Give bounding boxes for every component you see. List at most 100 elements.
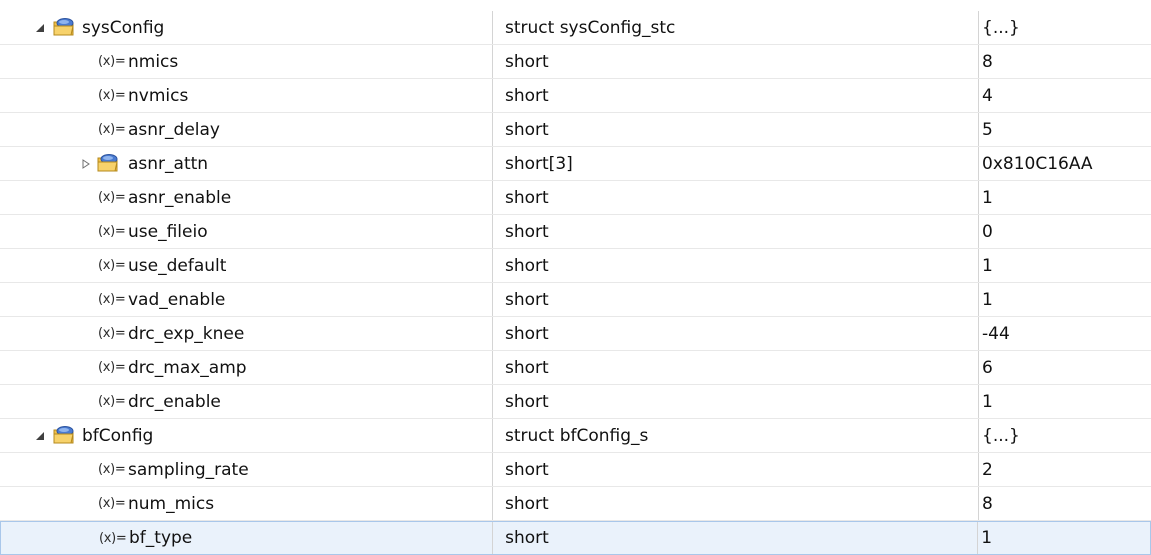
name-cell: asnr_attn xyxy=(0,147,493,180)
row-name: sampling_rate xyxy=(128,459,249,480)
type-cell: short xyxy=(493,522,979,554)
type-cell: short xyxy=(493,79,979,112)
row-name: vad_enable xyxy=(128,289,226,310)
value-cell[interactable]: 1 xyxy=(979,181,1151,214)
value-cell[interactable]: 1 xyxy=(978,522,1150,554)
value-cell[interactable]: 1 xyxy=(979,249,1151,282)
row-name: use_default xyxy=(128,255,227,276)
tree-row[interactable]: bfConfig struct bfConfig_s {...} xyxy=(0,419,1151,453)
row-name: num_mics xyxy=(128,493,215,514)
name-cell: sysConfig xyxy=(0,11,493,44)
value-cell[interactable]: 8 xyxy=(979,487,1151,520)
type-cell: struct sysConfig_stc xyxy=(493,11,979,44)
variables-tree: sysConfig struct sysConfig_stc {...} (x)… xyxy=(0,0,1151,555)
type-cell: short xyxy=(493,351,979,384)
name-cell: (x)= use_default xyxy=(0,249,493,282)
value-cell[interactable]: 4 xyxy=(979,79,1151,112)
value-cell[interactable]: {...} xyxy=(979,11,1151,44)
type-cell: short xyxy=(493,453,979,486)
value-cell[interactable]: 6 xyxy=(979,351,1151,384)
type-cell: short xyxy=(493,317,979,350)
row-name: drc_max_amp xyxy=(128,357,247,378)
tree-row[interactable]: (x)= num_mics short 8 xyxy=(0,487,1151,521)
variable-icon: (x)= xyxy=(98,190,126,205)
name-cell: (x)= nvmics xyxy=(0,79,493,112)
variable-icon: (x)= xyxy=(98,394,126,409)
struct-folder-icon xyxy=(53,18,74,36)
variable-icon: (x)= xyxy=(98,258,126,273)
tree-row[interactable]: (x)= drc_max_amp short 6 xyxy=(0,351,1151,385)
row-name: use_fileio xyxy=(128,221,208,242)
variable-icon: (x)= xyxy=(98,496,126,511)
triangle-collapsed-icon[interactable] xyxy=(79,157,93,171)
value-cell[interactable]: {...} xyxy=(979,419,1151,452)
name-cell: (x)= drc_max_amp xyxy=(0,351,493,384)
type-cell: short xyxy=(493,181,979,214)
variable-icon: (x)= xyxy=(98,292,126,307)
row-name: bfConfig xyxy=(82,425,154,446)
tree-row[interactable]: sysConfig struct sysConfig_stc {...} xyxy=(0,11,1151,45)
type-cell: struct bfConfig_s xyxy=(493,419,979,452)
tree-row[interactable]: (x)= vad_enable short 1 xyxy=(0,283,1151,317)
type-cell: short xyxy=(493,283,979,316)
tree-row[interactable]: (x)= use_default short 1 xyxy=(0,249,1151,283)
row-name: bf_type xyxy=(129,528,193,548)
tree-row[interactable]: (x)= drc_exp_knee short -44 xyxy=(0,317,1151,351)
variable-icon: (x)= xyxy=(98,88,126,103)
value-cell[interactable]: 2 xyxy=(979,453,1151,486)
name-cell: (x)= nmics xyxy=(0,45,493,78)
variable-icon: (x)= xyxy=(98,122,126,137)
type-cell: short xyxy=(493,249,979,282)
value-cell[interactable]: 0x810C16AA xyxy=(979,147,1151,180)
struct-folder-icon xyxy=(53,426,74,444)
tree-row[interactable]: (x)= asnr_enable short 1 xyxy=(0,181,1151,215)
tree-row[interactable]: (x)= use_fileio short 0 xyxy=(0,215,1151,249)
tree-row-selected[interactable]: (x)= bf_type short 1 xyxy=(0,521,1151,555)
variable-icon: (x)= xyxy=(98,224,126,239)
name-cell: (x)= drc_exp_knee xyxy=(0,317,493,350)
tree-row[interactable]: (x)= asnr_delay short 5 xyxy=(0,113,1151,147)
name-cell: (x)= asnr_enable xyxy=(0,181,493,214)
row-name: drc_exp_knee xyxy=(128,323,245,344)
tree-row[interactable]: asnr_attn short[3] 0x810C16AA xyxy=(0,147,1151,181)
variable-icon: (x)= xyxy=(98,462,126,477)
row-name: drc_enable xyxy=(128,391,221,412)
value-cell[interactable]: 8 xyxy=(979,45,1151,78)
variable-icon: (x)= xyxy=(99,530,127,546)
type-cell: short[3] xyxy=(493,147,979,180)
value-cell[interactable]: 0 xyxy=(979,215,1151,248)
type-cell: short xyxy=(493,45,979,78)
name-cell: (x)= drc_enable xyxy=(0,385,493,418)
row-name: sysConfig xyxy=(82,17,165,38)
name-cell: (x)= num_mics xyxy=(0,487,493,520)
name-cell: (x)= vad_enable xyxy=(0,283,493,316)
variable-icon: (x)= xyxy=(98,360,126,375)
variable-icon: (x)= xyxy=(98,326,126,341)
row-name: nmics xyxy=(128,51,179,72)
tree-row[interactable]: (x)= nmics short 8 xyxy=(0,45,1151,79)
value-cell[interactable]: 1 xyxy=(979,283,1151,316)
name-cell: (x)= sampling_rate xyxy=(0,453,493,486)
name-cell: (x)= use_fileio xyxy=(0,215,493,248)
row-name: nvmics xyxy=(128,85,189,106)
value-cell[interactable]: -44 xyxy=(979,317,1151,350)
tree-row[interactable]: (x)= sampling_rate short 2 xyxy=(0,453,1151,487)
name-cell: (x)= asnr_delay xyxy=(0,113,493,146)
type-cell: short xyxy=(493,113,979,146)
name-cell: (x)= bf_type xyxy=(1,522,494,554)
variable-icon: (x)= xyxy=(98,54,126,69)
tree-row[interactable]: (x)= drc_enable short 1 xyxy=(0,385,1151,419)
type-cell: short xyxy=(493,215,979,248)
row-name: asnr_attn xyxy=(128,153,209,174)
value-cell[interactable]: 5 xyxy=(979,113,1151,146)
tree-row[interactable]: (x)= nvmics short 4 xyxy=(0,79,1151,113)
triangle-expanded-icon[interactable] xyxy=(33,429,47,443)
triangle-expanded-icon[interactable] xyxy=(33,21,47,35)
row-name: asnr_enable xyxy=(128,187,232,208)
value-cell[interactable]: 1 xyxy=(979,385,1151,418)
type-cell: short xyxy=(493,385,979,418)
struct-folder-icon xyxy=(97,154,118,172)
row-name: asnr_delay xyxy=(128,119,220,140)
type-cell: short xyxy=(493,487,979,520)
name-cell: bfConfig xyxy=(0,419,493,452)
